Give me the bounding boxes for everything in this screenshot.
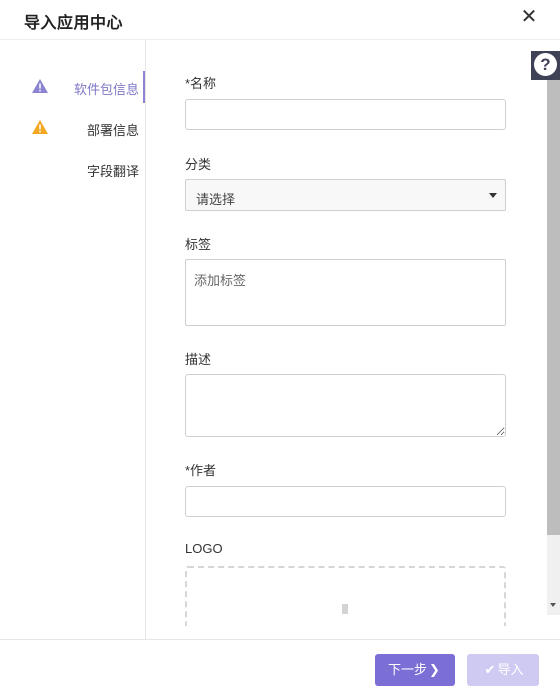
check-icon: ✔ bbox=[484, 662, 496, 677]
name-input[interactable] bbox=[185, 99, 506, 130]
import-label: 导入 bbox=[497, 662, 524, 677]
help-button[interactable]: ? bbox=[531, 51, 560, 80]
scroll-down-arrow-icon[interactable] bbox=[550, 603, 556, 607]
description-textarea[interactable] bbox=[185, 374, 506, 437]
category-select[interactable]: 请选择 bbox=[185, 179, 506, 211]
step-field-translation[interactable]: 字段翻译 bbox=[0, 153, 147, 185]
name-label: *名称 bbox=[185, 76, 217, 91]
logo-upload-area[interactable] bbox=[185, 566, 506, 626]
author-label: *作者 bbox=[185, 463, 217, 478]
dialog-footer: 下一步 ❯ ✔ 导入 bbox=[0, 639, 560, 695]
description-label: 描述 bbox=[185, 352, 212, 367]
close-icon[interactable]: ✕ bbox=[518, 6, 540, 28]
import-button[interactable]: ✔ 导入 bbox=[467, 654, 539, 686]
step-deploy-info[interactable]: 部署信息 bbox=[0, 112, 147, 144]
tags-label: 标签 bbox=[185, 237, 212, 252]
category-selected-value: 请选择 bbox=[196, 192, 236, 207]
caret-down-icon bbox=[489, 193, 497, 198]
question-icon: ? bbox=[534, 53, 557, 76]
category-label: 分类 bbox=[185, 157, 212, 172]
step-label: 软件包信息 bbox=[73, 82, 139, 97]
author-input[interactable] bbox=[185, 486, 506, 517]
scrollbar-thumb[interactable] bbox=[547, 80, 560, 535]
next-step-button[interactable]: 下一步 ❯ bbox=[375, 654, 455, 686]
dialog-header: 导入应用中心 ✕ bbox=[0, 0, 560, 40]
logo-label: LOGO bbox=[185, 541, 223, 556]
tags-input[interactable]: 添加标签 bbox=[185, 259, 506, 326]
dialog-title: 导入应用中心 bbox=[24, 15, 124, 32]
next-step-label: 下一步 bbox=[388, 662, 428, 677]
steps-sidebar: 软件包信息 部署信息 字段翻译 bbox=[0, 40, 147, 639]
step-label: 字段翻译 bbox=[86, 164, 139, 179]
scrollbar[interactable] bbox=[547, 80, 560, 615]
tags-placeholder: 添加标签 bbox=[194, 273, 247, 288]
warning-icon bbox=[32, 120, 48, 134]
upload-icon bbox=[342, 604, 348, 614]
chevron-right-icon: ❯ bbox=[429, 662, 440, 677]
step-label: 部署信息 bbox=[86, 123, 139, 138]
step-package-info[interactable]: 软件包信息 bbox=[0, 71, 147, 103]
warning-icon bbox=[32, 79, 48, 93]
sidebar-divider bbox=[145, 40, 146, 639]
